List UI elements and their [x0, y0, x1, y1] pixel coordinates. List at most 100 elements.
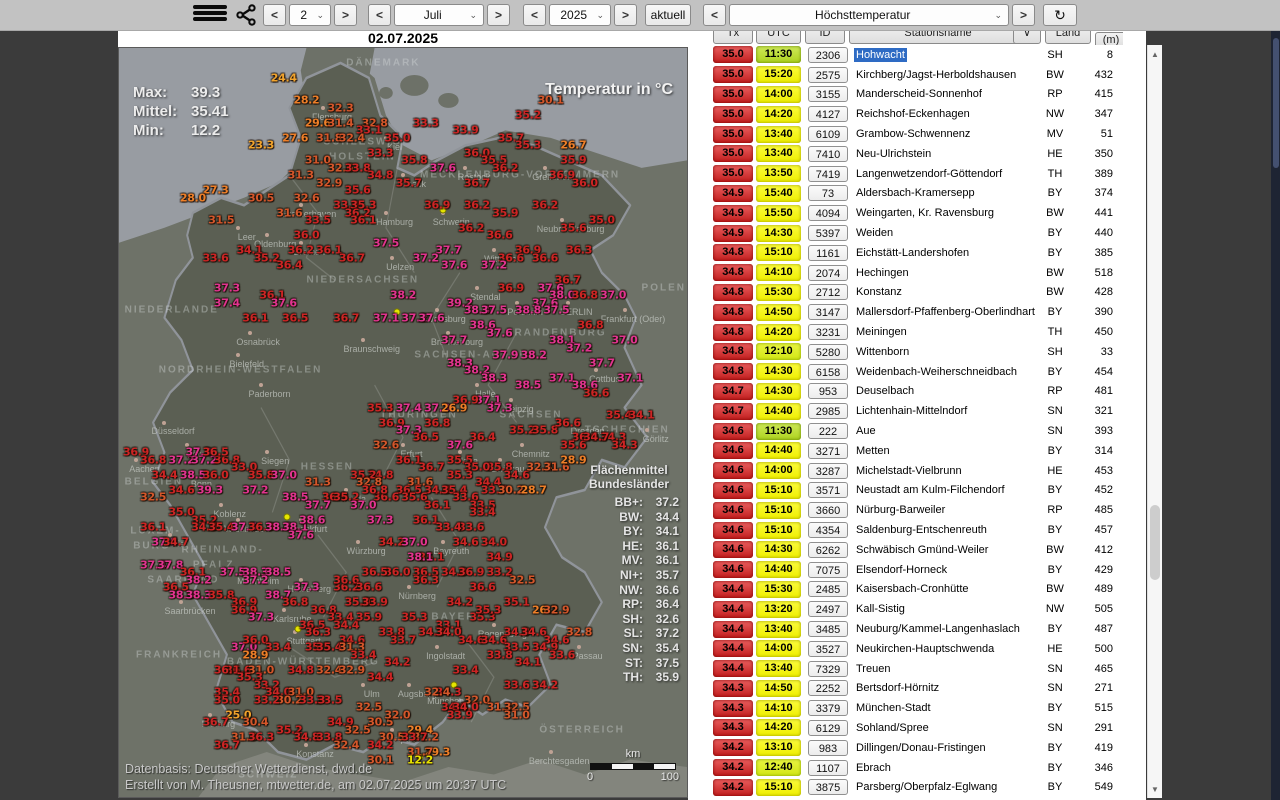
- header-utc[interactable]: UTC: [756, 30, 801, 44]
- station-id-button[interactable]: 3875: [808, 779, 848, 796]
- station-name[interactable]: Kirchberg/Jagst-Herboldshausen: [854, 68, 1018, 82]
- station-name[interactable]: Neukirchen-Hauptschwenda: [854, 642, 996, 656]
- station-name[interactable]: Treuen: [854, 662, 892, 676]
- table-row[interactable]: 35.0 15:20 2575 Kirchberg/Jagst-Herboldshau…: [713, 65, 1123, 85]
- parameter-prev-button[interactable]: <: [703, 4, 726, 26]
- header-tx[interactable]: Tx: [713, 30, 753, 44]
- table-row[interactable]: 34.9 15:50 4094 Weingarten, Kr. Ravensburg B…: [713, 203, 1123, 223]
- station-name[interactable]: Grambow-Schwennenz: [854, 127, 972, 141]
- station-id-button[interactable]: 953: [808, 383, 848, 400]
- table-row[interactable]: 34.4 13:40 3485 Neuburg/Kammel-Langenhaslac…: [713, 619, 1123, 639]
- header-land[interactable]: Land: [1045, 30, 1091, 44]
- station-id-button[interactable]: 1161: [808, 244, 848, 261]
- station-id-button[interactable]: 4127: [808, 106, 848, 123]
- year-next-button[interactable]: >: [614, 4, 637, 26]
- table-row[interactable]: 35.0 14:00 3155 Manderscheid-Sonnenhof RP 415: [713, 85, 1123, 105]
- table-row[interactable]: 34.3 14:10 3379 München-Stadt BY 515: [713, 698, 1123, 718]
- station-id-button[interactable]: 2985: [808, 403, 848, 420]
- station-name[interactable]: Parsberg/Oberpfalz-Eglwang: [854, 780, 999, 794]
- station-name[interactable]: Lichtenhain-Mittelndorf: [854, 404, 969, 418]
- station-id-button[interactable]: 3485: [808, 621, 848, 637]
- table-row[interactable]: 34.6 14:00 3287 Michelstadt-Vielbrunn HE 453: [713, 461, 1123, 481]
- station-id-button[interactable]: 3147: [808, 304, 848, 321]
- station-name[interactable]: Nürburg-Barweiler: [854, 503, 947, 517]
- table-row[interactable]: 34.4 14:00 3527 Neukirchen-Hauptschwenda HE 5…: [713, 639, 1123, 659]
- table-row[interactable]: 34.8 15:10 1161 Eichstätt-Landershofen BY 385: [713, 243, 1123, 263]
- table-row[interactable]: 34.6 15:10 4354 Saldenburg-Entschenreuth BY 4…: [713, 520, 1123, 540]
- table-row[interactable]: 35.0 13:40 6109 Grambow-Schwennenz MV 51: [713, 124, 1123, 144]
- station-id-button[interactable]: 2575: [808, 66, 848, 83]
- station-name[interactable]: Konstanz: [854, 285, 904, 299]
- table-row[interactable]: 34.2 15:10 3875 Parsberg/Oberpfalz-Eglwang B…: [713, 777, 1123, 797]
- station-name[interactable]: Weidenbach-Weiherschneidbach: [854, 365, 1019, 379]
- table-row[interactable]: 34.6 14:40 3271 Metten BY 314: [713, 441, 1123, 461]
- station-id-button[interactable]: 7410: [808, 145, 848, 162]
- header-stationsname[interactable]: Stationsname: [849, 30, 1027, 44]
- window-scroll-thumb[interactable]: [1272, 38, 1279, 168]
- month-select[interactable]: Juli ⌄: [394, 4, 484, 26]
- station-name[interactable]: Aue: [854, 424, 878, 438]
- station-name[interactable]: München-Stadt: [854, 701, 933, 715]
- station-id-button[interactable]: 2252: [808, 680, 848, 697]
- station-name[interactable]: Ebrach: [854, 761, 893, 775]
- station-name[interactable]: Kall-Sistig: [854, 602, 907, 616]
- station-name[interactable]: Meiningen: [854, 325, 909, 339]
- header-elevation[interactable]: (m): [1095, 32, 1123, 45]
- scroll-up-arrow[interactable]: ▲: [1148, 47, 1162, 61]
- station-id-button[interactable]: 983: [808, 739, 848, 756]
- station-id-button[interactable]: 4354: [808, 522, 848, 539]
- table-row[interactable]: 34.2 12:40 1107 Ebrach BY 346: [713, 758, 1123, 778]
- station-id-button[interactable]: 7075: [808, 561, 848, 578]
- window-scrollbar[interactable]: [1271, 0, 1280, 800]
- station-id-button[interactable]: 6129: [808, 719, 848, 736]
- station-id-button[interactable]: 222: [808, 423, 848, 440]
- scroll-thumb[interactable]: [1150, 505, 1160, 580]
- station-name[interactable]: Neustadt am Kulm-Filchendorf: [854, 483, 1007, 497]
- table-row[interactable]: 34.2 13:10 983 Dillingen/Donau-Fristingen BY…: [713, 738, 1123, 758]
- station-id-button[interactable]: 6109: [808, 126, 848, 143]
- table-row[interactable]: 34.6 11:30 222 Aue SN 393: [713, 421, 1123, 441]
- station-id-button[interactable]: 3571: [808, 482, 848, 499]
- day-select[interactable]: 2 ⌄: [289, 4, 331, 26]
- station-id-button[interactable]: 5280: [808, 343, 848, 360]
- table-row[interactable]: 35.0 14:20 4127 Reichshof-Eckenhagen NW 347: [713, 104, 1123, 124]
- parameter-next-button[interactable]: >: [1012, 4, 1035, 26]
- month-next-button[interactable]: >: [487, 4, 510, 26]
- table-row[interactable]: 34.8 14:50 3147 Mallersdorf-Pfaffenberg-Obe…: [713, 302, 1123, 322]
- aktuell-button[interactable]: aktuell: [645, 4, 691, 26]
- station-id-button[interactable]: 2306: [808, 46, 848, 63]
- station-name[interactable]: Dillingen/Donau-Fristingen: [854, 741, 988, 755]
- station-name[interactable]: Wittenborn: [854, 345, 911, 359]
- year-select[interactable]: 2025 ⌄: [549, 4, 611, 26]
- table-row[interactable]: 34.9 15:40 73 Aldersbach-Kramersepp BY 374: [713, 184, 1123, 204]
- station-name[interactable]: Neuburg/Kammel-Langenhaslach: [854, 622, 1022, 636]
- station-name[interactable]: Weingarten, Kr. Ravensburg: [854, 206, 996, 220]
- station-name[interactable]: Manderscheid-Sonnenhof: [854, 87, 984, 101]
- station-name[interactable]: Saldenburg-Entschenreuth: [854, 523, 989, 537]
- station-id-button[interactable]: 6158: [808, 363, 848, 380]
- station-id-button[interactable]: 3271: [808, 442, 848, 459]
- table-row[interactable]: 34.8 14:10 2074 Hechingen BW 518: [713, 263, 1123, 283]
- station-name[interactable]: Schwäbisch Gmünd-Weiler: [854, 543, 990, 557]
- table-row[interactable]: 35.0 11:30 2306 Hohwacht SH 8: [713, 45, 1123, 65]
- station-name[interactable]: Neu-Ulrichstein: [854, 147, 933, 161]
- station-name[interactable]: Langenwetzendorf-Göttendorf: [854, 167, 1004, 181]
- station-id-button[interactable]: 3155: [808, 86, 848, 103]
- table-row[interactable]: 34.3 14:20 6129 Sohland/Spree SN 291: [713, 718, 1123, 738]
- station-name[interactable]: Sohland/Spree: [854, 721, 931, 735]
- station-name[interactable]: Metten: [854, 444, 892, 458]
- table-row[interactable]: 35.0 13:50 7419 Langenwetzendorf-Göttendorf…: [713, 164, 1123, 184]
- station-id-button[interactable]: 2497: [808, 601, 848, 618]
- station-id-button[interactable]: 7419: [808, 165, 848, 182]
- table-row[interactable]: 34.4 13:40 7329 Treuen SN 465: [713, 659, 1123, 679]
- table-row[interactable]: 34.9 14:30 5397 Weiden BY 440: [713, 223, 1123, 243]
- table-row[interactable]: 34.6 14:40 7075 Elsendorf-Horneck BY 429: [713, 560, 1123, 580]
- station-name[interactable]: Hohwacht: [854, 47, 907, 62]
- station-name[interactable]: Bertsdorf-Hörnitz: [854, 681, 941, 695]
- menu-icon[interactable]: [193, 3, 227, 27]
- table-row[interactable]: 34.8 15:30 2712 Konstanz BW 428: [713, 283, 1123, 303]
- station-id-button[interactable]: 4094: [808, 205, 848, 222]
- station-name[interactable]: Elsendorf-Horneck: [854, 563, 949, 577]
- header-id[interactable]: ID: [805, 30, 845, 44]
- temperature-map[interactable]: Max: 39.3 Mittel: 35.41 Min: 12.2 Temperatu…: [118, 47, 688, 798]
